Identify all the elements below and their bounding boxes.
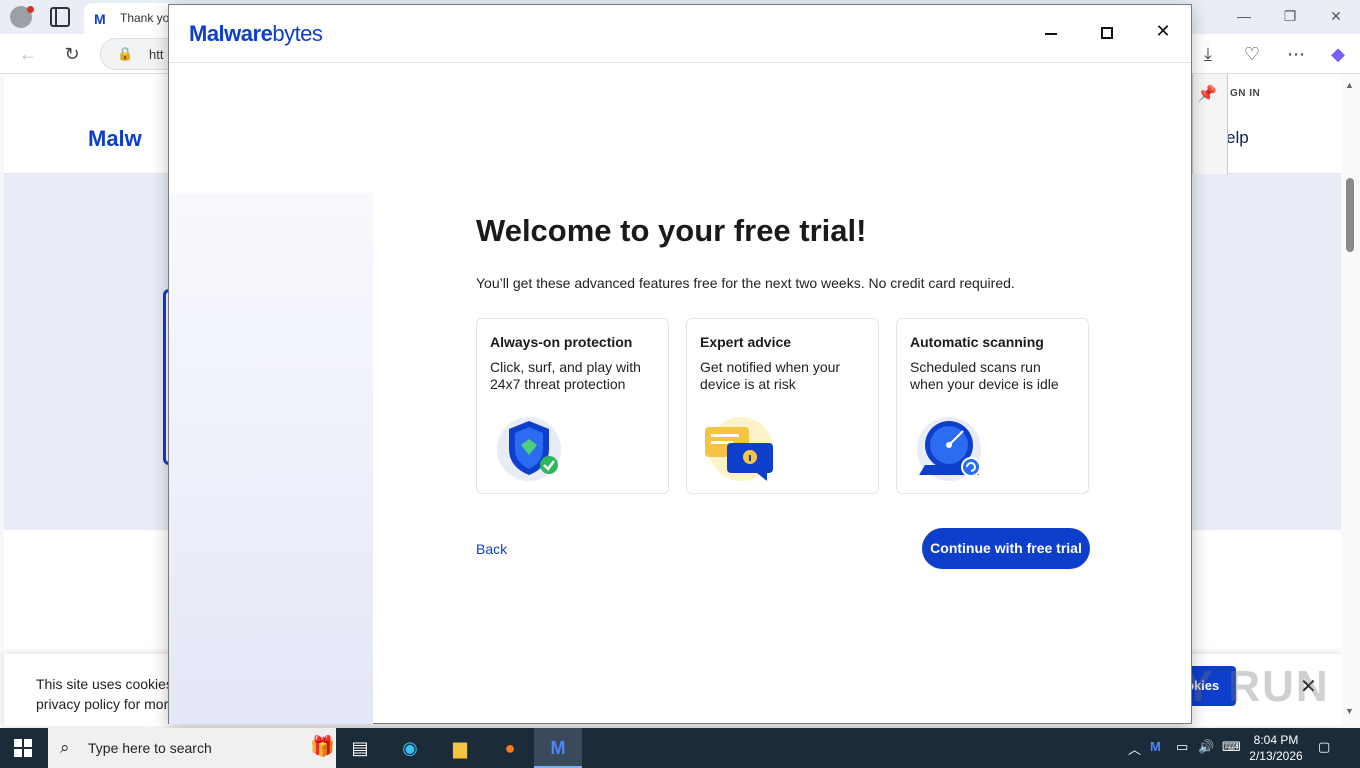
copilot-icon[interactable]: ◆ (1326, 44, 1350, 65)
download-icon[interactable]: ⤓ (1196, 44, 1220, 65)
browser-minimize-icon[interactable]: — (1232, 8, 1256, 24)
network-icon[interactable]: ⌨ (1222, 739, 1241, 755)
feature-title: Always-on protection (490, 334, 633, 350)
gift-icon: 🎁 (310, 736, 335, 758)
radar-scan-icon (917, 417, 981, 481)
help-link[interactable]: elp (1226, 128, 1249, 148)
minimize-icon[interactable] (1037, 21, 1065, 45)
notifications-icon[interactable]: ▢ (1318, 739, 1330, 755)
back-icon[interactable]: ← (16, 44, 40, 65)
malwarebytes-icon[interactable]: M (534, 728, 582, 768)
url-text: htt (149, 47, 164, 62)
meet-now-icon[interactable]: ▭ (1176, 739, 1188, 755)
browser-tab[interactable]: M Thank yo (84, 3, 174, 34)
back-link[interactable]: Back (476, 541, 507, 557)
side-gradient (169, 193, 373, 724)
notification-dot (27, 6, 34, 13)
tabs-icon[interactable] (50, 7, 70, 27)
task-view-icon[interactable]: ▤ (336, 728, 384, 768)
search-input[interactable]: Type here to search (88, 740, 212, 756)
page-scrollbar[interactable]: ▲ ▼ (1341, 74, 1360, 726)
shield-check-icon (497, 417, 561, 481)
logo-light: bytes (272, 21, 323, 46)
feature-desc: Click, surf, and play with 24x7 threat p… (490, 359, 641, 392)
installer-titlebar: Malwarebytes ✕ (169, 5, 1191, 63)
clock-date: 2/13/2026 (1249, 749, 1303, 763)
chat-info-icon (705, 417, 773, 481)
clock-time: 8:04 PM (1253, 733, 1299, 747)
close-icon[interactable]: ✕ (1149, 21, 1177, 45)
file-explorer-icon[interactable]: ▆ (436, 728, 484, 768)
browser-close-icon[interactable]: ✕ (1324, 8, 1348, 25)
feature-card-advice: Expert advice Get notified when your dev… (686, 318, 879, 494)
refresh-icon[interactable]: ↻ (60, 44, 84, 65)
feature-title: Expert advice (700, 334, 792, 350)
feature-desc: Scheduled scans run when your device is … (910, 359, 1059, 392)
pin-icon[interactable]: 📌 (1197, 84, 1217, 104)
malwarebytes-tray-icon[interactable]: M (1150, 739, 1161, 754)
firefox-icon[interactable]: ● (486, 728, 534, 768)
tab-title: Thank yo (120, 11, 170, 25)
sign-in-link[interactable]: GN IN (1230, 88, 1260, 99)
feature-card-scanning: Automatic scanning Scheduled scans run w… (896, 318, 1089, 494)
browser-restore-icon[interactable]: ❐ (1278, 8, 1302, 25)
scroll-up-icon[interactable]: ▲ (1345, 80, 1354, 90)
cookie-text: This site uses cookies i privacy policy … (36, 676, 180, 712)
scroll-thumb[interactable] (1346, 178, 1354, 252)
page-title: Welcome to your free trial! (476, 213, 867, 248)
search-icon: ⌕ (60, 738, 70, 757)
extensions-icon[interactable]: ♡ (1240, 44, 1264, 65)
edge-icon[interactable]: ◉ (386, 728, 434, 768)
feature-card-protection: Always-on protection Click, surf, and pl… (476, 318, 669, 494)
feature-desc: Get notified when your device is at risk (700, 359, 841, 392)
show-hidden-icons-icon[interactable]: ︿ (1128, 739, 1141, 758)
continue-trial-button[interactable]: Continue with free trial (922, 528, 1090, 569)
scroll-down-icon[interactable]: ▼ (1345, 706, 1354, 716)
windows-start-icon[interactable] (14, 739, 32, 757)
malwarebytes-logo: Malwarebytes (189, 21, 323, 47)
volume-icon[interactable]: 🔊 (1198, 739, 1214, 755)
feature-title: Automatic scanning (910, 334, 1044, 350)
taskbar: ⌕ Type here to search 🎁 ▤ ◉ ▆ ● M ︿ M ▭ … (0, 728, 1360, 768)
page-subtitle: You’ll get these advanced features free … (476, 275, 1015, 291)
malwarebytes-favicon-icon: M (94, 11, 106, 27)
maximize-icon[interactable] (1093, 21, 1121, 45)
taskbar-search[interactable]: ⌕ Type here to search 🎁 (48, 728, 336, 768)
system-clock[interactable]: 8:04 PM 2/13/2026 (1244, 732, 1308, 764)
logo-bold: Malware (189, 21, 273, 46)
page-logo[interactable]: Malw (88, 126, 142, 152)
lock-icon: 🔒 (117, 46, 134, 61)
more-icon[interactable]: ⋯ (1284, 44, 1308, 65)
installer-window: Malwarebytes ✕ Welcome to your free tria… (168, 4, 1192, 724)
